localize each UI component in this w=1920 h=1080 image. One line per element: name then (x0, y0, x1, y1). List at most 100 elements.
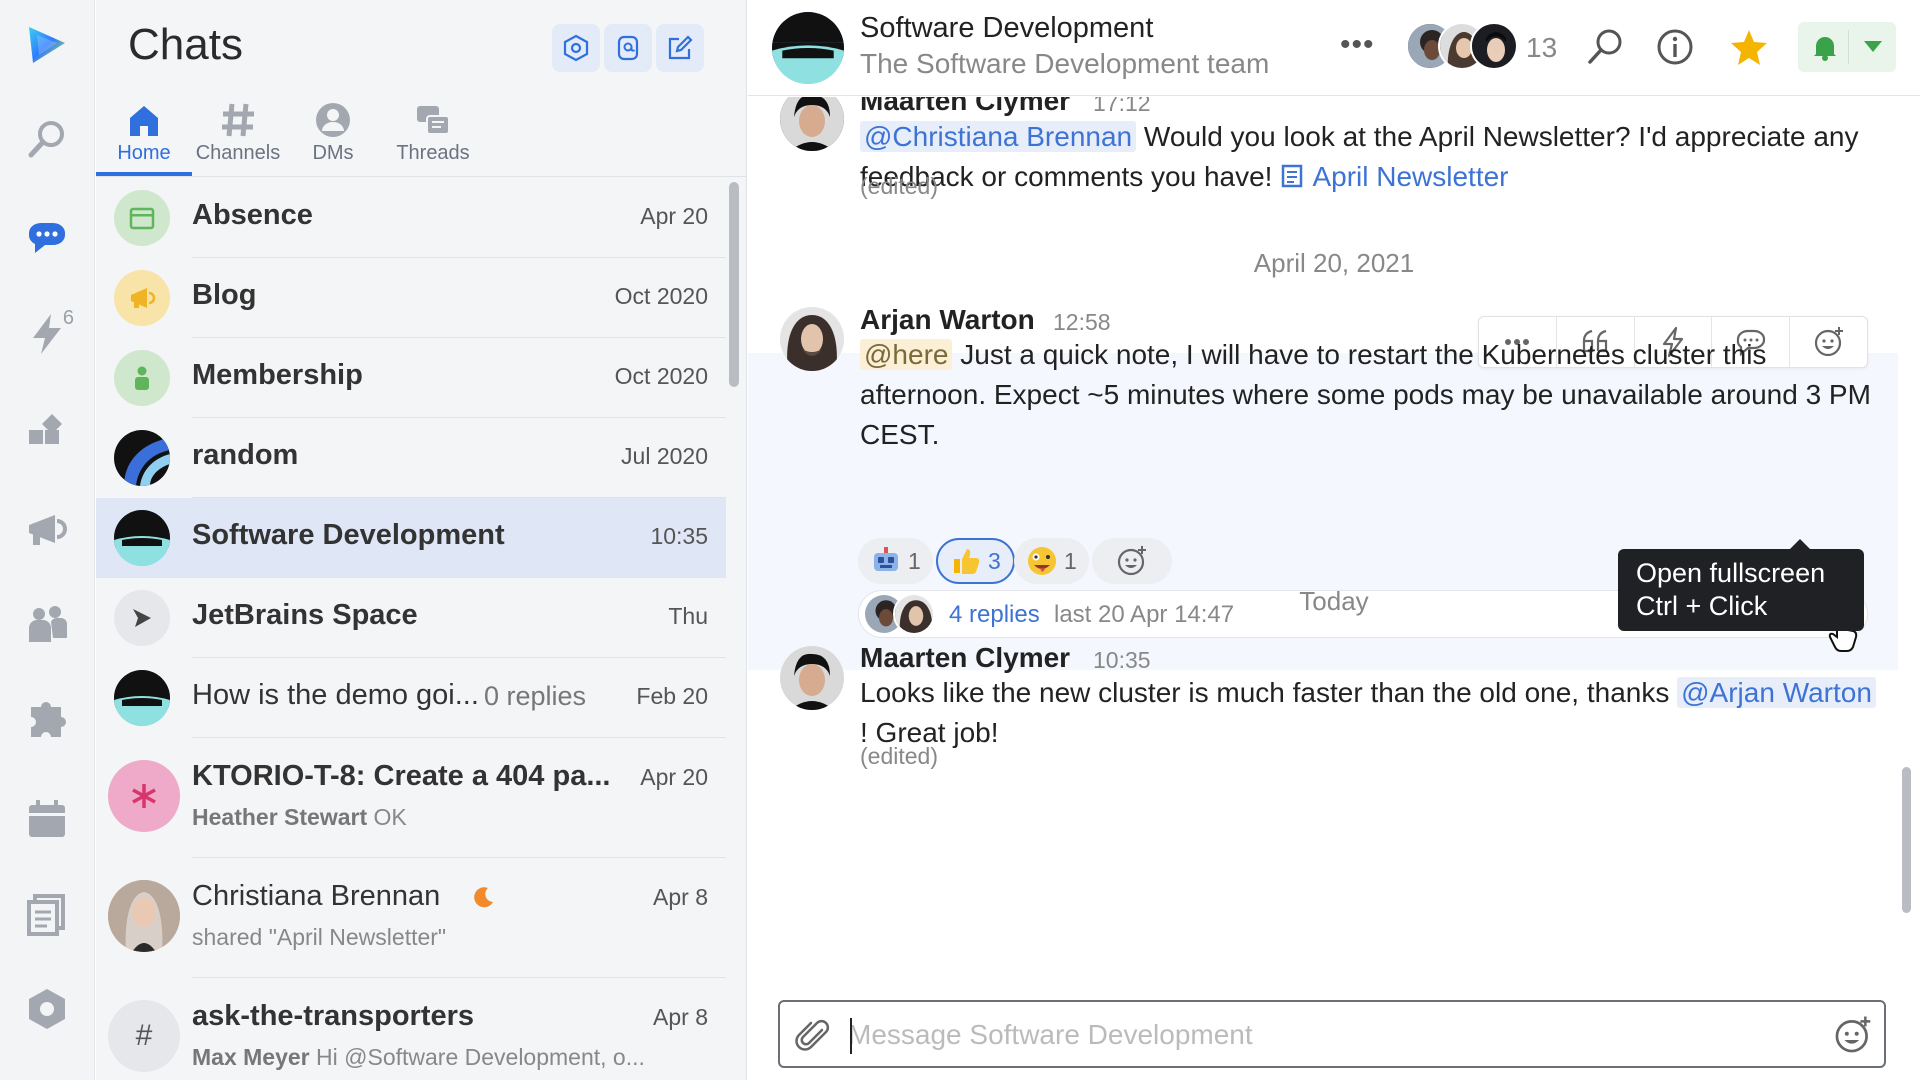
mention[interactable]: @Christiana Brennan (860, 121, 1137, 152)
new-message-button[interactable] (656, 24, 704, 72)
add-emoji-icon[interactable] (1832, 1014, 1874, 1056)
channel-settings-button[interactable] (552, 24, 600, 72)
reaction-count: 1 (908, 547, 921, 574)
more-options-button[interactable]: ••• (1340, 28, 1375, 62)
chat-item-preview: Heather Stewart OK (192, 804, 407, 830)
message-time: 12:58 (1053, 309, 1111, 335)
message-list-scrollbar[interactable] (1902, 767, 1911, 913)
chat-item-jetbrains-space[interactable]: JetBrains Space Thu (96, 578, 726, 658)
threads-icon (417, 106, 450, 135)
chat-item-name: Christiana Brennan (192, 880, 441, 912)
megaphone-icon[interactable] (18, 500, 76, 558)
chat-item-thread[interactable]: How is the demo goi... 0 replies Feb 20 (96, 658, 726, 738)
member-count[interactable]: 13 (1526, 32, 1557, 64)
channel-header: Software Development The Software Develo… (748, 0, 1920, 96)
paperclip-icon[interactable] (794, 1016, 834, 1056)
mention[interactable]: @Arjan Warton (1677, 677, 1876, 708)
chat-item-ask-the-transporters[interactable]: # ask-the-transporters Apr 8 Max Meyer H… (96, 978, 726, 1080)
chat-item-name: random (192, 439, 299, 471)
info-icon[interactable] (1654, 26, 1696, 68)
message-composer (778, 1000, 1886, 1068)
hexagon-settings-icon (563, 34, 589, 62)
chat-item-name: Membership (192, 359, 363, 391)
avatar[interactable] (780, 307, 844, 371)
chats-icon[interactable] (18, 210, 76, 268)
reaction[interactable]: 1 (1014, 538, 1089, 584)
chat-item-random[interactable]: random Jul 2020 (96, 418, 726, 498)
member-avatar[interactable] (1470, 22, 1518, 70)
puzzle-icon[interactable] (18, 690, 76, 748)
add-emoji-icon (1117, 546, 1146, 576)
tab-channels[interactable]: Channels (192, 100, 284, 165)
chat-item-preview: shared "April Newsletter" (192, 924, 447, 950)
chat-item-absence[interactable]: Absence Apr 20 (96, 178, 726, 258)
apps-grid-icon[interactable] (18, 405, 76, 463)
chat-item-name: ask-the-transporters (192, 1000, 475, 1032)
mentions-button[interactable] (604, 24, 652, 72)
tooltip-title: Open fullscreen (1636, 558, 1826, 588)
chat-list-scrollbar[interactable] (729, 182, 739, 387)
reaction[interactable]: 3 (936, 538, 1015, 584)
chat-item-software-development[interactable]: Software Development 10:35 (96, 498, 726, 578)
star-icon[interactable] (1728, 26, 1770, 68)
thumbs-up-emoji-icon (954, 549, 980, 574)
chat-item-time: Thu (668, 603, 708, 629)
person-icon (114, 350, 170, 406)
home-icon (130, 106, 158, 136)
settings-hexagon-icon[interactable] (18, 980, 76, 1038)
avatar[interactable] (780, 646, 844, 710)
tab-threads-label: Threads (396, 142, 470, 164)
message-author[interactable]: Arjan Warton (860, 304, 1035, 336)
chat-item-membership[interactable]: Membership Oct 2020 (96, 338, 726, 418)
calendar-icon[interactable] (18, 790, 76, 848)
calendar-icon (114, 190, 170, 246)
channel-view: Software Development The Software Develo… (748, 0, 1920, 1080)
search-icon[interactable] (1584, 26, 1626, 68)
chat-item-replies: 0 replies (483, 681, 586, 711)
lightning-icon[interactable]: 6 (18, 305, 76, 363)
chat-item-name: Absence (192, 199, 313, 231)
channel-avatar (114, 510, 170, 566)
tab-dms[interactable]: DMs (308, 100, 358, 165)
notifications-button[interactable] (1798, 22, 1896, 72)
tab-dms-label: DMs (312, 142, 354, 164)
add-reaction-button[interactable] (1092, 538, 1172, 584)
channel-description: The Software Development team (860, 48, 1270, 79)
reaction[interactable]: 1 (858, 538, 933, 584)
message-author[interactable]: Maarten Clymer (860, 97, 1070, 117)
space-logo-icon[interactable] (18, 16, 76, 74)
message-author[interactable]: Maarten Clymer (860, 642, 1070, 674)
tab-home[interactable]: Home (114, 100, 174, 165)
edited-label: (edited) (860, 173, 938, 199)
message-time: 17:12 (1093, 97, 1151, 116)
person-icon (316, 103, 350, 137)
text-caret (850, 1018, 852, 1054)
message-input[interactable] (848, 1016, 1808, 1054)
channel-avatar (114, 430, 170, 486)
reaction-count: 3 (988, 547, 1001, 574)
notifications-badge: 6 (62, 307, 74, 329)
chat-item-name: Blog (192, 279, 257, 311)
message-text: @Christiana Brennan Would you look at th… (860, 121, 1859, 192)
document-link[interactable]: April Newsletter (1312, 161, 1508, 192)
tooltip-shortcut: Ctrl + Click (1636, 591, 1768, 621)
mention[interactable]: @here (860, 339, 953, 370)
robot-emoji-icon (874, 547, 898, 571)
avatar[interactable] (780, 97, 844, 151)
chat-item-name: How is the demo goi... (192, 679, 479, 711)
message-list: Maarten Clymer 17:12 @Christiana Brennan… (748, 97, 1920, 977)
fullscreen-tooltip: Open fullscreen Ctrl + Click (1618, 539, 1864, 631)
chat-item-christiana-brennan[interactable]: Christiana Brennan Apr 8 shared "April N… (96, 858, 726, 978)
chat-item-blog[interactable]: Blog Oct 2020 (96, 258, 726, 338)
chat-item-ktorio[interactable]: KTORIO-T-8: Create a 404 pa... Apr 20 He… (96, 738, 726, 858)
search-icon[interactable] (18, 110, 76, 168)
avatar (108, 880, 180, 952)
tab-threads[interactable]: Threads (392, 100, 474, 165)
chats-title: Chats (128, 20, 243, 69)
date-separator: April 20, 2021 (1253, 248, 1415, 278)
channel-avatar[interactable] (772, 12, 844, 84)
message-text: @here Just a quick note, I will have to … (860, 339, 1871, 450)
documents-icon[interactable] (18, 885, 76, 943)
message-time: 10:35 (1093, 647, 1151, 673)
team-icon[interactable] (18, 595, 76, 653)
